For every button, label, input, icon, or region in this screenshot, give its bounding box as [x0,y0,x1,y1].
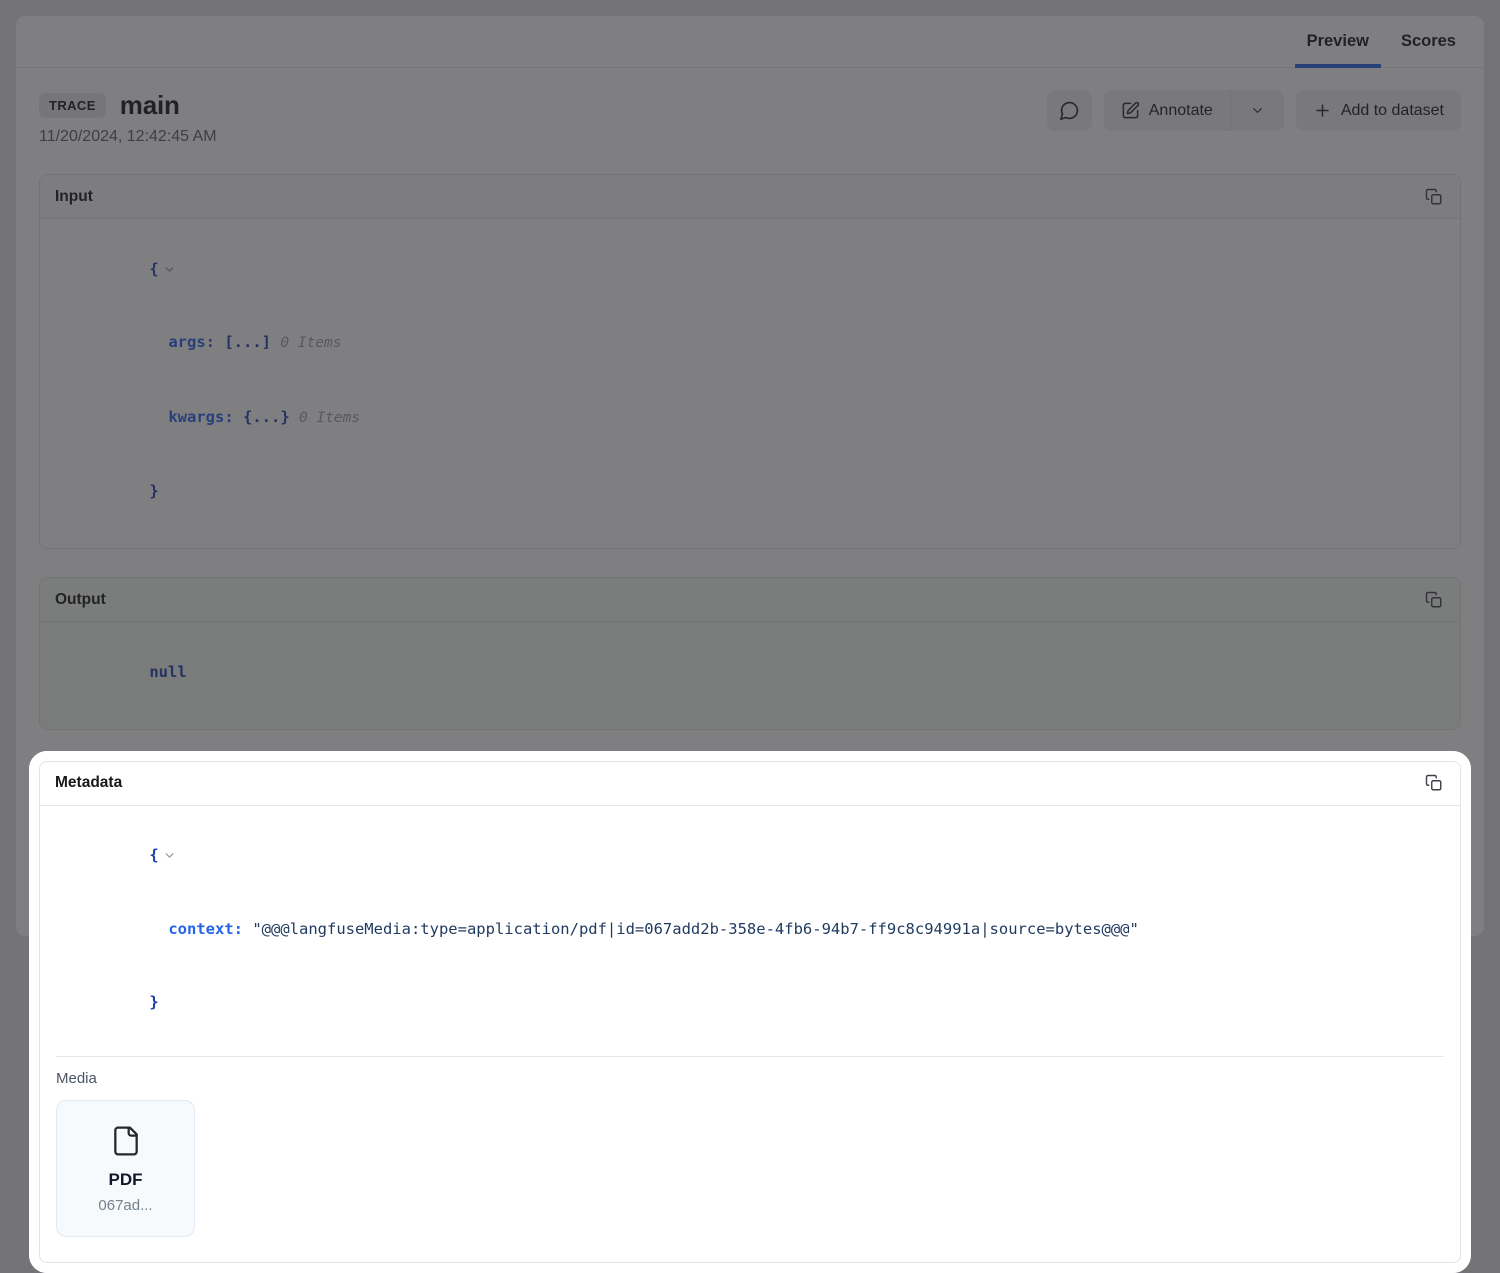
json-collapsed-array[interactable]: [...] [224,333,271,351]
media-file-id: 067ad... [98,1197,152,1214]
media-section: Media PDF 067ad... [40,1057,1460,1262]
comment-button[interactable] [1047,90,1092,131]
metadata-panel: Metadata { context: "@@@langfuseMedia:ty… [39,761,1461,1264]
json-null-value: null [149,663,186,681]
json-open-brace: { [149,846,158,864]
input-panel-title: Input [55,188,93,206]
trace-timestamp: 11/20/2024, 12:42:45 AM [39,128,217,146]
json-key: kwargs: [168,408,233,426]
annotate-split-button: Annotate [1104,90,1284,131]
add-to-dataset-label: Add to dataset [1341,102,1444,120]
collapse-chevron-icon[interactable] [163,849,176,862]
chevron-down-icon [1250,103,1265,118]
file-icon [110,1123,142,1159]
trace-detail-card: Preview Scores TRACE main 11/20/2024, 12… [15,15,1485,937]
metadata-json-viewer: { context: "@@@langfuseMedia:type=applic… [40,806,1460,1057]
collapse-chevron-icon[interactable] [163,263,176,276]
json-collapsed-object[interactable]: {...} [243,408,290,426]
input-copy-button[interactable] [1423,186,1445,208]
page-title: main [120,90,180,121]
json-key: args: [168,333,215,351]
copy-icon [1425,188,1443,206]
json-key: context: [168,920,243,938]
plus-icon [1313,101,1332,120]
json-string-value: "@@@langfuseMedia:type=application/pdf|i… [252,920,1139,938]
output-json-viewer: null [40,622,1460,729]
add-to-dataset-button[interactable]: Add to dataset [1296,90,1461,131]
annotate-button[interactable]: Annotate [1104,90,1230,131]
input-panel-header: Input [40,175,1460,219]
annotate-button-label: Annotate [1149,102,1213,120]
metadata-panel-header: Metadata [40,762,1460,806]
media-section-label: Media [56,1070,1444,1087]
json-open-brace: { [149,260,158,278]
copy-icon [1425,774,1443,792]
output-panel-header: Output [40,578,1460,622]
output-panel-title: Output [55,591,106,609]
media-file-type: PDF [109,1170,143,1190]
json-close-brace: } [149,482,158,500]
trace-type-badge: TRACE [39,93,106,119]
metadata-panel-title: Metadata [55,774,122,792]
metadata-copy-button[interactable] [1423,772,1445,794]
json-close-brace: } [149,993,158,1011]
edit-icon [1121,101,1140,120]
trace-identity: TRACE main 11/20/2024, 12:42:45 AM [39,90,217,146]
json-item-count: 0 Items [280,335,341,351]
trace-header: TRACE main 11/20/2024, 12:42:45 AM [39,90,1461,146]
media-file-card[interactable]: PDF 067ad... [56,1100,195,1237]
json-item-count: 0 Items [299,410,360,426]
tab-bar: Preview Scores [16,16,1484,68]
trace-toolbar: Annotate [1047,90,1461,131]
comment-icon [1059,100,1080,121]
output-panel: Output null [39,577,1461,730]
tab-scores[interactable]: Scores [1389,16,1468,67]
input-json-viewer: { args: [...] 0 Items kwargs: {...} 0 It… [40,219,1460,548]
annotate-dropdown-button[interactable] [1231,90,1284,131]
input-panel: Input { args: [...] 0 Items [39,174,1461,549]
trace-content: TRACE main 11/20/2024, 12:42:45 AM [16,90,1484,1263]
tab-preview[interactable]: Preview [1295,16,1381,67]
copy-icon [1425,591,1443,609]
output-copy-button[interactable] [1423,589,1445,611]
